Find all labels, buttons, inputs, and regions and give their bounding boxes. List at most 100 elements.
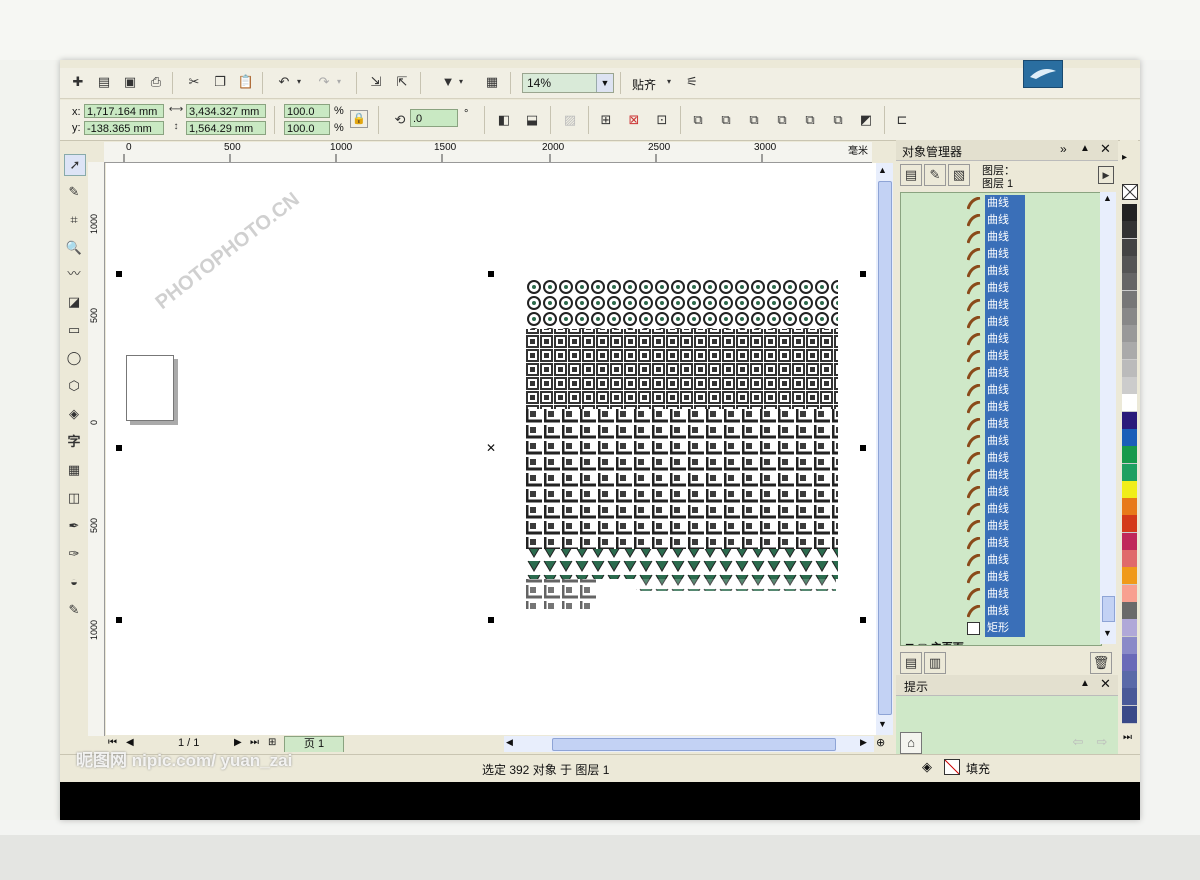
color-swatch[interactable] [1122, 636, 1137, 655]
redo-dropdown-icon[interactable]: ▾ [334, 72, 344, 92]
front-minus-back-icon[interactable]: ⧉ [828, 110, 848, 130]
home-icon[interactable]: ⌂ [900, 732, 922, 754]
lock-ratio-icon[interactable]: 🔒 [350, 110, 368, 128]
ungroup-icon[interactable]: ⊠ [624, 110, 644, 130]
welcome-screen-icon[interactable]: ▦ [482, 72, 502, 92]
object-row-curve[interactable]: 曲线 [965, 382, 1085, 399]
chevron-down-icon[interactable]: ▼ [596, 74, 613, 92]
docker-menu-arrow-icon[interactable]: ▶ [1098, 166, 1114, 184]
crop-tool-icon[interactable]: ⌗ [64, 210, 84, 230]
object-row-curve[interactable]: 曲线 [965, 603, 1085, 620]
vertical-ruler[interactable]: 1000 500 0 500 1000 [88, 162, 105, 737]
object-row-curve[interactable]: 曲线 [965, 484, 1085, 501]
palette-scroll-icon[interactable]: ▸ [1122, 152, 1127, 163]
scroll-up-icon[interactable]: ▲ [1103, 193, 1112, 203]
height-field[interactable]: 1,564.29 mm [186, 121, 266, 135]
undo-dropdown-icon[interactable]: ▾ [294, 72, 304, 92]
paste-icon[interactable]: 📋 [236, 72, 256, 92]
selected-objects-artwork[interactable] [526, 279, 846, 619]
interactive-blend-icon[interactable]: ◫ [64, 488, 84, 508]
color-swatch[interactable] [1122, 601, 1137, 620]
copy-icon[interactable]: ❐ [210, 72, 230, 92]
color-swatch[interactable] [1122, 255, 1137, 274]
palette-flyout-icon[interactable]: ⏭ [1123, 732, 1132, 743]
snap-dropdown-icon[interactable]: ▾ [664, 72, 674, 92]
application-launcher-icon[interactable]: ▼ [438, 72, 458, 92]
object-row-curve[interactable]: 曲线 [965, 416, 1085, 433]
redo-icon[interactable]: ↷ [314, 72, 334, 92]
polygon-tool-icon[interactable]: ⬡ [64, 376, 84, 396]
object-row-curve[interactable]: 曲线 [965, 331, 1085, 348]
show-properties-icon[interactable]: ▤ [900, 164, 922, 186]
object-row-rectangle[interactable]: 矩形 [965, 620, 1085, 637]
color-swatch[interactable] [1122, 273, 1137, 292]
color-swatch[interactable] [1122, 653, 1137, 672]
combine-icon[interactable]: ⧉ [688, 110, 708, 130]
color-swatch[interactable] [1122, 359, 1137, 378]
scale-x-field[interactable]: 100.0 [284, 104, 330, 118]
color-swatch[interactable] [1122, 411, 1137, 430]
text-wrap-icon[interactable]: ▨ [560, 110, 580, 130]
color-swatch[interactable] [1122, 342, 1137, 361]
smart-fill-icon[interactable]: ◪ [64, 292, 84, 312]
fill-bucket-icon[interactable]: ◒ [64, 572, 84, 592]
selection-handle[interactable] [860, 617, 866, 623]
object-row-curve[interactable]: 曲线 [965, 280, 1085, 297]
y-position-field[interactable]: -138.365 mm [84, 121, 164, 135]
horizontal-ruler[interactable]: 0 500 1000 1500 2000 2500 3000 毫米 [104, 142, 872, 163]
close-docker-icon[interactable]: ✕ [1100, 141, 1111, 157]
new-master-layer-icon[interactable]: ▥ [924, 652, 946, 674]
object-row-curve[interactable]: 曲线 [965, 535, 1085, 552]
navigator-zoom-icon[interactable]: ⊕ [876, 736, 885, 749]
table-tool-icon[interactable]: ▦ [64, 460, 84, 480]
object-row-curve[interactable]: 曲线 [965, 569, 1085, 586]
weld-icon[interactable]: ⧉ [716, 110, 736, 130]
no-color-swatch[interactable] [1122, 184, 1138, 200]
print-icon[interactable]: ⎙ [146, 72, 166, 92]
color-swatch[interactable] [1122, 446, 1137, 465]
ungroup-all-icon[interactable]: ⊡ [652, 110, 672, 130]
color-swatch[interactable] [1122, 325, 1137, 344]
zoom-tool-icon[interactable]: 🔍 [64, 238, 84, 258]
simplify-icon[interactable]: ⧉ [800, 110, 820, 130]
selection-handle[interactable] [116, 271, 122, 277]
master-page-row[interactable]: ⊟ ▢ 主页面 [905, 639, 964, 645]
delete-icon[interactable]: 🗑 [1090, 652, 1112, 674]
object-row-curve[interactable]: 曲线 [965, 552, 1085, 569]
color-swatch[interactable] [1122, 688, 1137, 707]
hint-back-icon[interactable]: ⇦ [1068, 732, 1088, 752]
object-row-curve[interactable]: 曲线 [965, 297, 1085, 314]
object-row-curve[interactable]: 曲线 [965, 263, 1085, 280]
color-swatch[interactable] [1122, 532, 1137, 551]
trim-icon[interactable]: ⧉ [744, 110, 764, 130]
interactive-fill-icon[interactable]: ✎ [64, 600, 84, 620]
color-swatch[interactable] [1122, 515, 1137, 534]
save-icon[interactable]: ▣ [120, 72, 140, 92]
rectangle-tool-icon[interactable]: ▭ [64, 320, 84, 340]
color-swatch[interactable] [1122, 307, 1137, 326]
fill-swatch[interactable] [944, 759, 960, 775]
color-swatch[interactable] [1122, 619, 1137, 638]
color-swatch[interactable] [1122, 394, 1137, 413]
object-row-curve[interactable]: 曲线 [965, 195, 1085, 212]
color-swatch[interactable] [1122, 221, 1137, 240]
basic-shapes-icon[interactable]: ◈ [64, 404, 84, 424]
object-row-curve[interactable]: 曲线 [965, 433, 1085, 450]
object-row-curve[interactable]: 曲线 [965, 399, 1085, 416]
rotation-angle-field[interactable]: .0 [410, 109, 458, 127]
edit-across-layers-icon[interactable]: ✎ [924, 164, 946, 186]
shape-tool-icon[interactable]: ✎ [64, 182, 84, 202]
export-icon[interactable]: ⇱ [392, 72, 412, 92]
import-icon[interactable]: ⇲ [366, 72, 386, 92]
color-swatch[interactable] [1122, 498, 1137, 517]
object-row-curve[interactable]: 曲线 [965, 450, 1085, 467]
object-row-curve[interactable]: 曲线 [965, 365, 1085, 382]
page-tab[interactable]: 页 1 [284, 736, 344, 752]
scroll-down-icon[interactable]: ▼ [1103, 628, 1112, 638]
expand-docker-icon[interactable]: » [1060, 142, 1067, 156]
mirror-vertical-icon[interactable]: ⬓ [522, 110, 542, 130]
mirror-horizontal-icon[interactable]: ◧ [494, 110, 514, 130]
back-minus-front-icon[interactable]: ◩ [856, 110, 876, 130]
intersect-icon[interactable]: ⧉ [772, 110, 792, 130]
collapse-docker-icon[interactable]: ▲ [1080, 143, 1090, 154]
